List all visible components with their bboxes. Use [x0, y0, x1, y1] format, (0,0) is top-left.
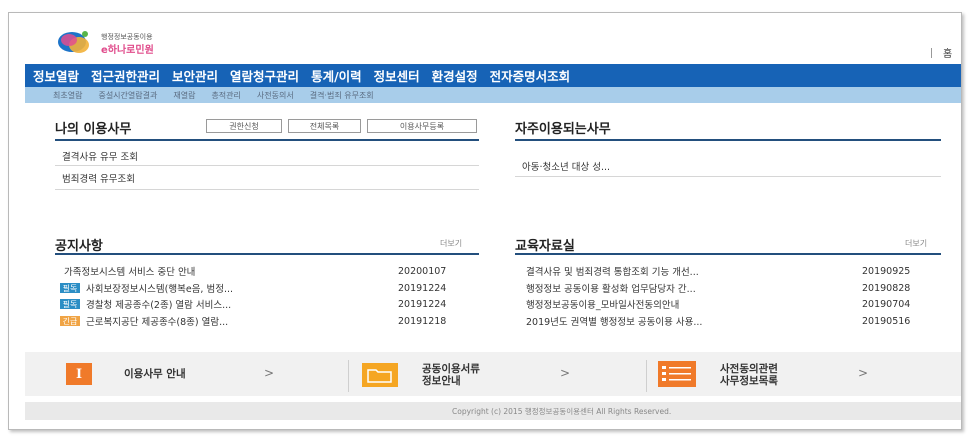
frequent-item[interactable]: 아동·청소년 대상 성...: [522, 159, 610, 173]
band-divider: [646, 360, 647, 392]
nav-e-certificate[interactable]: 전자증명서조회: [490, 66, 571, 85]
frequent-work-rule: [515, 139, 941, 141]
divider: [515, 176, 941, 177]
divider: [55, 189, 479, 190]
notice-row-title[interactable]: 사회보장정보시스템(행복e음, 범정...: [86, 281, 391, 295]
nav-info-view[interactable]: 정보열람: [33, 66, 79, 85]
home-link[interactable]: 홈: [943, 45, 952, 60]
checklist-icon: [658, 361, 696, 387]
shared-docs-label-line2: 정보안내: [422, 375, 461, 387]
copyright-text: Copyright (c) 2015 행정정보공동이용센터 All Rights…: [452, 407, 672, 416]
notice-row[interactable]: 필독 사회보장정보시스템(행복e음, 범정... 20191224: [60, 281, 470, 295]
work-item[interactable]: 범죄경력 유무조회: [62, 171, 135, 185]
sub-navigation: 최초열람 중설시간열람결과 재열람 총적관리 사전동의서 결격·범죄 유무조회: [25, 87, 961, 103]
work-item[interactable]: 결격사유 유무 조회: [62, 149, 138, 163]
shared-docs-label-line1: 공동이용서류: [422, 363, 480, 375]
band-divider: [348, 360, 349, 392]
notice-row[interactable]: 필독 경찰청 제공종수(2종) 열람 서비스... 20191224: [60, 297, 470, 311]
sub-nav-item[interactable]: 재열람: [173, 90, 195, 101]
education-row[interactable]: 행정정보공동이용_모바일사전동의안내 20190704: [526, 297, 936, 312]
education-row-title[interactable]: 2019년도 권역별 행정정보 공동이용 사용...: [526, 314, 846, 328]
notice-more-link[interactable]: 더보기: [440, 238, 462, 249]
sub-nav-item[interactable]: 총적관리: [211, 90, 240, 101]
notice-row-date: 20200107: [398, 265, 447, 277]
nav-view-request[interactable]: 열람청구관리: [230, 66, 299, 85]
shared-docs-link[interactable]: 공동이용서류 정보안내: [422, 363, 480, 387]
education-row[interactable]: 결격사유 및 범죄경력 통합조회 기능 개선... 20190925: [526, 264, 936, 279]
usage-guide-link[interactable]: 이용사무 안내: [124, 368, 186, 380]
request-permission-button[interactable]: 권한신청: [206, 119, 282, 133]
education-row[interactable]: 행정정보 공동이용 활성화 업무담당자 간... 20190828: [526, 281, 936, 296]
education-row[interactable]: 2019년도 권역별 행정정보 공동이용 사용... 20190516: [526, 314, 936, 329]
top-header: 행정정보공동이용 e하나로민원 홈: [25, 20, 961, 64]
notice-badge: 긴급: [60, 316, 80, 326]
sub-nav-item[interactable]: 결격·범죄 유무조회: [310, 90, 374, 101]
education-title: 교육자료실: [515, 239, 575, 254]
full-list-button[interactable]: 전체목록: [288, 119, 361, 133]
notice-row-date: 20191224: [398, 282, 447, 294]
notice-row[interactable]: 긴급 근로복지공단 제공종수(8종) 열람... 20191218: [60, 314, 470, 328]
education-row-date: 20190704: [862, 298, 911, 310]
education-row-date: 20190516: [862, 315, 911, 327]
my-work-rule: [55, 139, 479, 141]
nav-security[interactable]: 보안관리: [172, 66, 218, 85]
consent-info-label-line1: 사전동의관련: [720, 363, 778, 375]
education-row-date: 20190828: [862, 282, 911, 294]
nav-statistics[interactable]: 통계/이력: [311, 66, 362, 85]
register-work-button[interactable]: 이용사무등록: [367, 119, 477, 133]
notice-row-title[interactable]: 경찰청 제공종수(2종) 열람 서비스...: [86, 297, 391, 311]
shared-docs-arrow[interactable]: >: [560, 366, 570, 380]
notice-badge: 필독: [60, 283, 80, 293]
notice-row-title[interactable]: 근로복지공단 제공종수(8종) 열람...: [86, 314, 391, 328]
sub-nav-item[interactable]: 최초열람: [53, 90, 82, 101]
divider: [55, 165, 479, 166]
logo-mark-icon: [58, 31, 89, 53]
notice-row-date: 20191224: [398, 298, 447, 310]
main-navigation: 정보열람 접근권한관리 보안관리 열람청구관리 통계/이력 정보센터 환경설정 …: [25, 64, 961, 87]
header-divider: [931, 48, 932, 58]
education-row-title[interactable]: 결격사유 및 범죄경력 통합조회 기능 개선...: [526, 264, 846, 278]
nav-settings[interactable]: 환경설정: [432, 66, 478, 85]
notice-rule: [55, 253, 479, 255]
info-letter-glyph: I: [75, 366, 83, 382]
education-row-date: 20190925: [862, 265, 911, 277]
logo-title: e하나로민원: [101, 45, 154, 56]
notice-title: 공지사항: [55, 239, 103, 254]
folder-icon: [362, 363, 398, 387]
nav-info-center[interactable]: 정보센터: [374, 66, 420, 85]
sub-nav-item[interactable]: 사전동의서: [257, 90, 294, 101]
nav-access-rights[interactable]: 접근권한관리: [91, 66, 160, 85]
sub-nav-item[interactable]: 중설시간열람결과: [98, 90, 157, 101]
info-letter-icon: I: [66, 363, 92, 385]
education-rule: [515, 253, 941, 255]
education-more-link[interactable]: 더보기: [905, 238, 927, 249]
frequent-work-title: 자주이용되는사무: [515, 122, 611, 137]
usage-guide-arrow[interactable]: >: [264, 366, 274, 380]
consent-info-arrow[interactable]: >: [858, 366, 868, 380]
notice-badge: 필독: [60, 299, 80, 309]
notice-row-title[interactable]: 가족정보시스템 서비스 중단 안내: [64, 264, 369, 278]
education-row-title[interactable]: 행정정보공동이용_모바일사전동의안내: [526, 297, 846, 311]
education-row-title[interactable]: 행정정보 공동이용 활성화 업무담당자 간...: [526, 281, 846, 295]
consent-info-label-line2: 사무정보목록: [720, 375, 778, 387]
site-logo[interactable]: 행정정보공동이용 e하나로민원: [55, 26, 195, 58]
notice-row-date: 20191218: [398, 315, 447, 327]
notice-row[interactable]: 가족정보시스템 서비스 중단 안내 20200107: [60, 264, 470, 279]
my-work-title: 나의 이용사무: [55, 122, 132, 137]
consent-info-link[interactable]: 사전동의관련 사무정보목록: [720, 363, 778, 387]
